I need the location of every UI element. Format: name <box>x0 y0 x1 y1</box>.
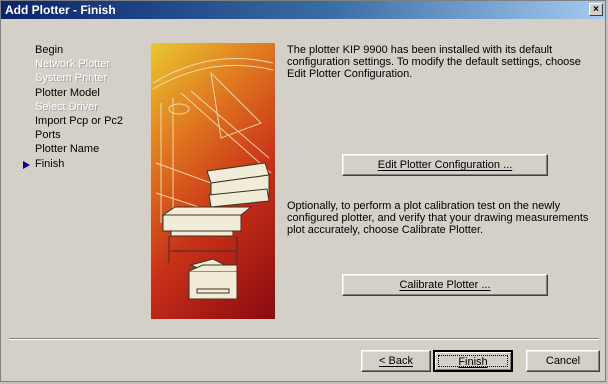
cancel-button[interactable]: Cancel <box>526 350 600 372</box>
back-button[interactable]: < Back <box>361 350 431 372</box>
current-step-arrow-icon <box>23 160 30 169</box>
focus-rect <box>438 355 508 367</box>
step-import-pcp: Import Pcp or Pc2 <box>35 114 124 127</box>
wizard-steps-list: Begin Network Plotter System Printer Plo… <box>23 43 148 171</box>
intro-text: The plotter KIP 9900 has been installed … <box>287 44 581 80</box>
step-begin: Begin <box>35 44 64 56</box>
step-plotter-name: Plotter Name <box>35 143 100 156</box>
footer-separator <box>9 338 599 340</box>
dialog-title: Add Plotter - Finish <box>5 3 116 17</box>
calibrate-description: Optionally, to perform a plot calibratio… <box>287 200 589 236</box>
finish-button[interactable]: Finish <box>433 350 513 372</box>
step-network-plotter: Network Plotter <box>35 58 111 71</box>
step-plotter-model: Plotter Model <box>35 86 100 99</box>
step-system-printer: System Printer <box>35 72 108 85</box>
title-bar[interactable]: Add Plotter - Finish × <box>1 1 605 19</box>
step-ports: Ports <box>35 129 61 142</box>
edit-plotter-configuration-button[interactable]: Edit Plotter Configuration ... <box>342 154 548 176</box>
step-finish: Finish <box>23 157 148 171</box>
plotter-drawing-icon <box>152 58 274 300</box>
calibrate-plotter-button[interactable]: Calibrate Plotter ... <box>342 274 548 296</box>
close-button[interactable]: × <box>589 3 603 16</box>
add-plotter-dialog: Add Plotter - Finish × Begin Network Plo… <box>0 0 606 382</box>
plotter-illustration <box>151 43 275 319</box>
step-select-driver: Select Driver <box>35 100 98 113</box>
close-icon: × <box>593 4 599 15</box>
